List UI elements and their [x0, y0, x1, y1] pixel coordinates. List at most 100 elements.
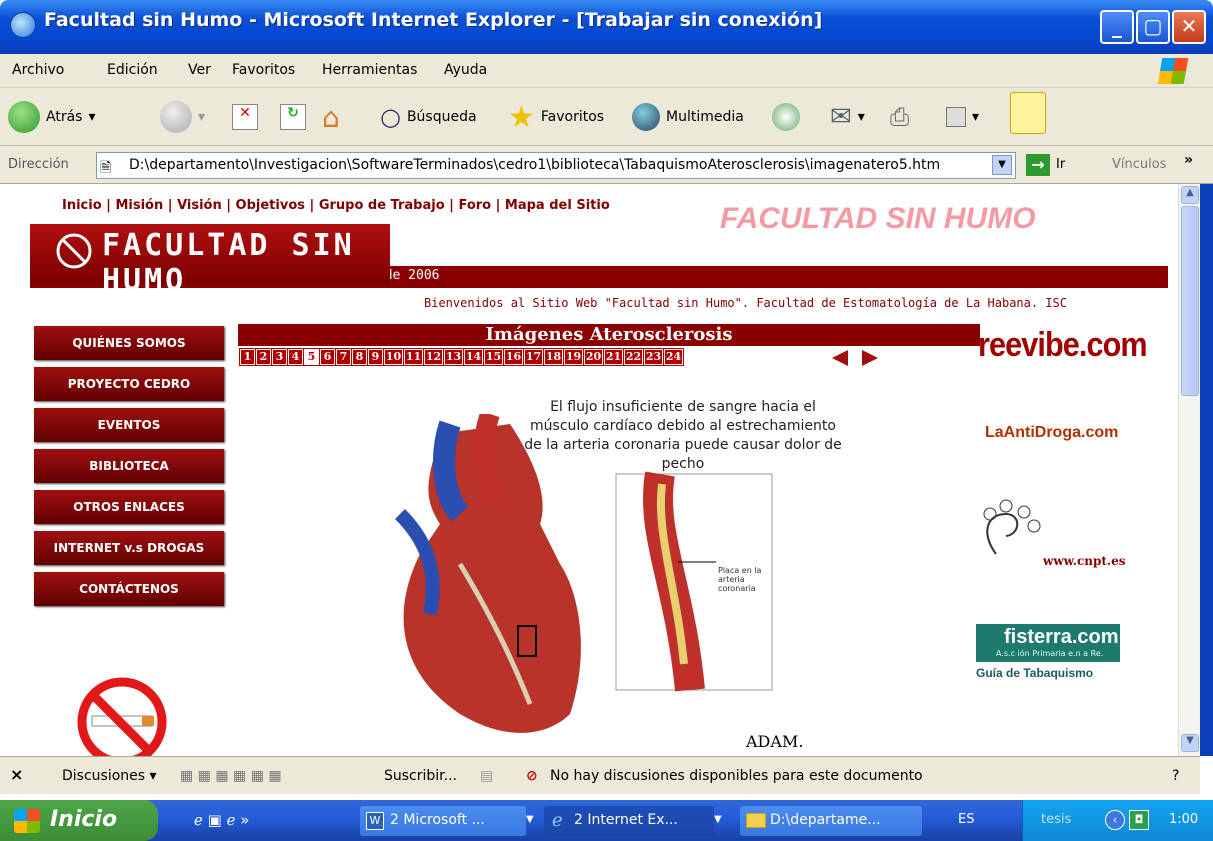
menu-otros-enlaces[interactable]: OTROS ENLACES [34, 490, 224, 524]
start-button[interactable]: Inicio [0, 800, 158, 841]
page-link[interactable]: 19 [563, 348, 584, 366]
note-button[interactable] [1010, 92, 1046, 134]
chevron-down-icon: ▾ [198, 109, 206, 125]
history-button[interactable] [772, 98, 800, 136]
menu-contactenos[interactable]: CONTÁCTENOS [34, 572, 224, 606]
page-link[interactable]: 1 [239, 348, 256, 366]
search-button[interactable]: ○ Búsqueda [380, 98, 477, 136]
help-icon[interactable]: ? [1172, 768, 1179, 784]
menu-herramientas[interactable]: Herramientas [322, 62, 417, 78]
favorites-button[interactable]: ★ Favoritos [508, 98, 604, 136]
menu-quienes-somos[interactable]: QUIÉNES SOMOS [34, 326, 224, 360]
close-discussions-icon[interactable]: × [10, 765, 23, 784]
page-link[interactable]: 23 [643, 348, 664, 366]
dropdown-arrow-icon[interactable]: ▼ [992, 155, 1012, 175]
nav-objetivos[interactable]: Objetivos [236, 198, 305, 213]
page-link[interactable]: 3 [271, 348, 288, 366]
language-indicator[interactable]: ES [958, 812, 974, 827]
cnpt-ad[interactable]: www.cnpt.es [1043, 554, 1126, 568]
subscribe-button[interactable]: Suscribir... [384, 768, 457, 784]
scroll-down-icon[interactable]: ▼ [1181, 734, 1199, 752]
nav-foro[interactable]: Foro [458, 198, 491, 213]
menu-bar: Archivo Edición Ver Favoritos Herramient… [0, 54, 1213, 88]
go-arrow-icon[interactable]: → [1026, 154, 1050, 176]
page-link[interactable]: 24 [663, 348, 684, 366]
print-button[interactable]: ⎙ [890, 98, 909, 136]
task-word[interactable]: W 2 Microsoft ... [360, 806, 526, 836]
menu-ver[interactable]: Ver [188, 62, 211, 78]
address-input[interactable]: D:\departamento\Investigacion\SoftwareTe… [96, 152, 1016, 179]
next-arrow-icon[interactable] [862, 350, 878, 366]
page-link[interactable]: 4 [287, 348, 304, 366]
page-link[interactable]: 12 [423, 348, 444, 366]
chevron-down-icon[interactable]: ▼ [526, 814, 534, 825]
media-button[interactable]: Multimedia [632, 98, 744, 136]
page-link-selected[interactable]: 5 [303, 348, 320, 366]
menu-proyecto-cedro[interactable]: PROYECTO CEDRO [34, 367, 224, 401]
links-button[interactable]: Vínculos [1112, 157, 1166, 172]
page-link[interactable]: 11 [403, 348, 424, 366]
page-link[interactable]: 9 [367, 348, 384, 366]
scroll-up-icon[interactable]: ▲ [1181, 186, 1199, 204]
discussion-tools-icons[interactable]: ▦ ▦ ▦ ▦ ▦ ▦ [180, 768, 282, 784]
antidroga-ad[interactable]: LaAntiDroga.com [985, 424, 1118, 442]
menu-biblioteca[interactable]: BIBLIOTECA [34, 449, 224, 483]
fisterra-ad[interactable]: fisterra.com A.s.c ión Primaria e.n a Re… [976, 624, 1120, 662]
toolbar: Atrás ▾ ▾ ✕ ↻ ⌂ ○ Búsqueda ★ Favoritos Mult… [0, 88, 1213, 146]
page-link[interactable]: 18 [543, 348, 564, 366]
discussions-button[interactable]: Discusiones ▾ [62, 768, 157, 784]
guia-tabaquismo[interactable]: Guía de Tabaquismo [976, 666, 1093, 680]
page-link[interactable]: 6 [319, 348, 336, 366]
page-link[interactable]: 17 [523, 348, 544, 366]
page-link[interactable]: 7 [335, 348, 352, 366]
scroll-thumb[interactable] [1181, 206, 1199, 396]
windows-logo-icon [1157, 58, 1189, 84]
chevron-down-icon[interactable]: ▼ [714, 814, 722, 825]
menu-eventos[interactable]: EVENTOS [34, 408, 224, 442]
page-link[interactable]: 16 [503, 348, 524, 366]
task-explorer[interactable]: D:\departame... [740, 806, 922, 836]
prev-arrow-icon[interactable] [832, 350, 848, 366]
quick-launch-icons[interactable]: ℯ ▣ ℯ » [194, 811, 249, 829]
page-link[interactable]: 8 [351, 348, 368, 366]
nav-grupo[interactable]: Grupo de Trabajo [319, 198, 445, 213]
home-button[interactable]: ⌂ [322, 98, 340, 136]
vertical-scrollbar[interactable]: ▲ ▼ [1178, 184, 1200, 756]
minimize-button[interactable]: _ [1100, 10, 1134, 44]
window-frame [1200, 184, 1213, 756]
stop-button[interactable]: ✕ [232, 98, 258, 136]
tray-back-icon[interactable]: ‹ [1105, 810, 1125, 830]
page-link[interactable]: 20 [583, 348, 604, 366]
nav-mision[interactable]: Misión [115, 198, 163, 213]
menu-internet-drogas[interactable]: INTERNET v.s DROGAS [34, 531, 224, 565]
maximize-button[interactable]: ▢ [1136, 10, 1170, 44]
page-link[interactable]: 2 [255, 348, 272, 366]
page-link[interactable]: 15 [483, 348, 504, 366]
tray-app-icon[interactable]: ◘ [1129, 810, 1149, 830]
chevron-right-icon[interactable]: » [1184, 152, 1193, 168]
close-button[interactable]: ✕ [1172, 10, 1206, 44]
reevibe-ad[interactable]: reevibe.com [978, 326, 1148, 365]
gallery-title: Imágenes Aterosclerosis [238, 324, 980, 346]
nav-vision[interactable]: Visión [177, 198, 222, 213]
page-link[interactable]: 10 [383, 348, 404, 366]
nav-inicio[interactable]: Inicio [62, 198, 102, 213]
edit-button[interactable]: ▾ [946, 98, 979, 136]
page-link[interactable]: 14 [463, 348, 484, 366]
page-link[interactable]: 21 [603, 348, 624, 366]
back-button[interactable]: Atrás ▾ [8, 98, 95, 136]
title-bar[interactable]: Facultad sin Humo - Microsoft Internet E… [0, 0, 1213, 54]
panel-icon[interactable]: ▤ [480, 768, 493, 784]
nav-mapa[interactable]: Mapa del Sitio [505, 198, 610, 213]
go-button[interactable]: Ir [1056, 157, 1065, 172]
page-link[interactable]: 13 [443, 348, 464, 366]
mail-button[interactable]: ✉ ▾ [830, 98, 865, 136]
forward-button[interactable]: ▾ [160, 98, 205, 136]
refresh-button[interactable]: ↻ [280, 98, 306, 136]
page-link[interactable]: 22 [623, 348, 644, 366]
menu-archivo[interactable]: Archivo [12, 62, 64, 78]
task-internet-explorer[interactable]: ℯ 2 Internet Ex... [544, 806, 714, 836]
menu-favoritos[interactable]: Favoritos [232, 62, 295, 78]
menu-edicion[interactable]: Edición [107, 62, 158, 78]
menu-ayuda[interactable]: Ayuda [444, 62, 487, 78]
